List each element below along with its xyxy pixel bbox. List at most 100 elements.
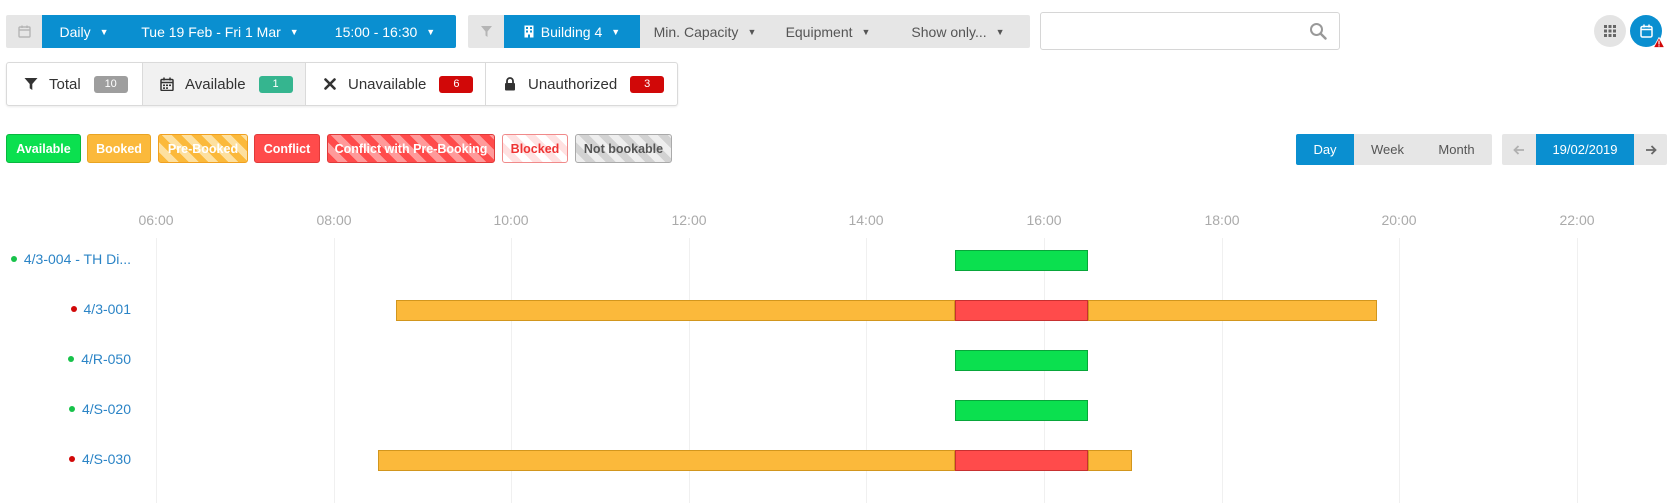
available-booking-bar[interactable] [955,250,1088,271]
resource-name: 4/3-004 - TH Di... [23,251,131,267]
grid-view-button[interactable] [1594,15,1626,47]
equipment-label: Equipment [785,23,853,40]
hour-gridline [1222,238,1223,503]
tab-unavailable-label: Unavailable [348,75,427,93]
chevron-down-icon: ▼ [426,26,436,37]
calendar-icon [6,15,42,48]
tab-available-label: Available [185,75,246,93]
tab-unauthorized-label: Unauthorized [528,75,618,93]
tab-total-label: Total [49,75,81,93]
hour-label: 18:00 [1204,212,1240,228]
tab-unavailable[interactable]: Unavailable 6 [306,63,486,105]
hour-label: 08:00 [316,212,352,228]
chevron-down-icon: ▼ [289,26,299,37]
resource-name: 4/R-050 [81,351,131,367]
view-day-button[interactable]: Day [1296,134,1354,165]
building-label: Building 4 [540,23,603,40]
available-booking-bar[interactable] [955,350,1088,371]
conflict-booking-bar[interactable] [955,450,1088,471]
status-dot [68,406,75,412]
search-input[interactable] [1041,13,1301,49]
booked-booking-bar[interactable] [1088,450,1132,471]
building-dropdown[interactable]: Building 4 ▼ [504,15,640,48]
booked-booking-bar[interactable] [396,300,955,321]
tab-available[interactable]: Available 1 [143,63,306,105]
hour-gridline [156,238,157,503]
building-icon [524,25,534,38]
next-date-button[interactable] [1634,134,1667,165]
total-count-badge: 10 [93,75,128,93]
date-range-dropdown[interactable]: Tue 19 Feb - Fri 1 Mar ▼ [126,15,314,48]
current-date-button[interactable]: 19/02/2019 [1536,134,1634,165]
period-label: Daily [59,23,91,40]
time-range-dropdown[interactable]: 15:00 - 16:30 ▼ [314,15,456,48]
calendar-icon [1639,24,1653,38]
grid-icon [1604,25,1616,37]
tab-total[interactable]: Total 10 [7,63,143,105]
time-range-label: 15:00 - 16:30 [334,23,418,40]
resource-link[interactable]: 4/S-030 [68,451,131,467]
search-icon[interactable] [1309,22,1327,43]
lock-icon [502,77,518,91]
min-capacity-dropdown[interactable]: Min. Capacity ▼ [640,15,770,48]
resource-filter-group: Building 4 ▼ Min. Capacity ▼ Equipment ▼ Sh… [468,15,1030,48]
show-only-label: Show only... [911,23,987,40]
legend-conflict-pre-booking: Conflict with Pre-Booking [327,134,495,163]
legend-not-bookable: Not bookable [575,134,672,163]
prev-date-button[interactable] [1502,134,1536,165]
min-capacity-label: Min. Capacity [653,23,739,40]
status-dot [10,256,17,262]
legend-conflict: Conflict [254,134,320,163]
chevron-down-icon: ▼ [995,26,1005,37]
status-dot [68,456,75,462]
status-dot [70,306,77,312]
available-booking-bar[interactable] [955,400,1088,421]
calendar-icon [159,77,175,91]
booked-booking-bar[interactable] [378,450,955,471]
hour-label: 06:00 [138,212,174,228]
availability-tabs: Total 10 Available 1 Unavailable 6 Unaut… [6,62,678,106]
available-count-badge: 1 [258,75,293,93]
hour-label: 20:00 [1381,212,1417,228]
chevron-down-icon: ▼ [861,26,871,37]
equipment-dropdown[interactable]: Equipment ▼ [770,15,886,48]
booked-booking-bar[interactable] [1088,300,1377,321]
legend-available: Available [6,134,81,163]
hour-label: 12:00 [671,212,707,228]
chevron-down-icon: ▼ [611,26,621,37]
date-filter-group: Daily ▼ Tue 19 Feb - Fri 1 Mar ▼ 15:00 - 1… [6,15,456,48]
resource-link[interactable]: 4/R-050 [68,351,131,367]
view-week-button[interactable]: Week [1354,134,1421,165]
conflict-booking-bar[interactable] [955,300,1088,321]
resource-link[interactable]: 4/3-001 [70,301,131,317]
date-range-label: Tue 19 Feb - Fri 1 Mar [141,23,281,40]
chevron-down-icon: ▼ [747,26,757,37]
resource-name: 4/S-030 [81,451,131,467]
times-icon [322,78,338,90]
status-dot [68,356,75,362]
resource-link[interactable]: 4/S-020 [68,401,131,417]
resource-name: 4/3-001 [83,301,131,317]
view-month-button[interactable]: Month [1421,134,1492,165]
unavailable-count-badge: 6 [439,75,474,93]
hour-gridline [1577,238,1578,503]
funnel-icon [468,15,504,48]
period-dropdown[interactable]: Daily ▼ [42,15,126,48]
tab-unauthorized[interactable]: Unauthorized 3 [486,63,677,105]
arrow-right-icon [1645,144,1657,155]
warning-icon [1652,35,1666,51]
hour-gridline [334,238,335,503]
hour-label: 22:00 [1559,212,1595,228]
funnel-icon [23,77,39,91]
show-only-dropdown[interactable]: Show only... ▼ [886,15,1030,48]
hour-label: 14:00 [848,212,884,228]
resource-name: 4/S-020 [81,401,131,417]
search-box [1040,12,1340,50]
hour-label: 10:00 [493,212,529,228]
arrow-left-icon [1513,144,1525,155]
hour-gridline [1399,238,1400,503]
legend-blocked: Blocked [502,134,568,163]
hour-label: 16:00 [1026,212,1062,228]
unauthorized-count-badge: 3 [630,75,665,93]
resource-link[interactable]: 4/3-004 - TH Di... [10,251,131,267]
